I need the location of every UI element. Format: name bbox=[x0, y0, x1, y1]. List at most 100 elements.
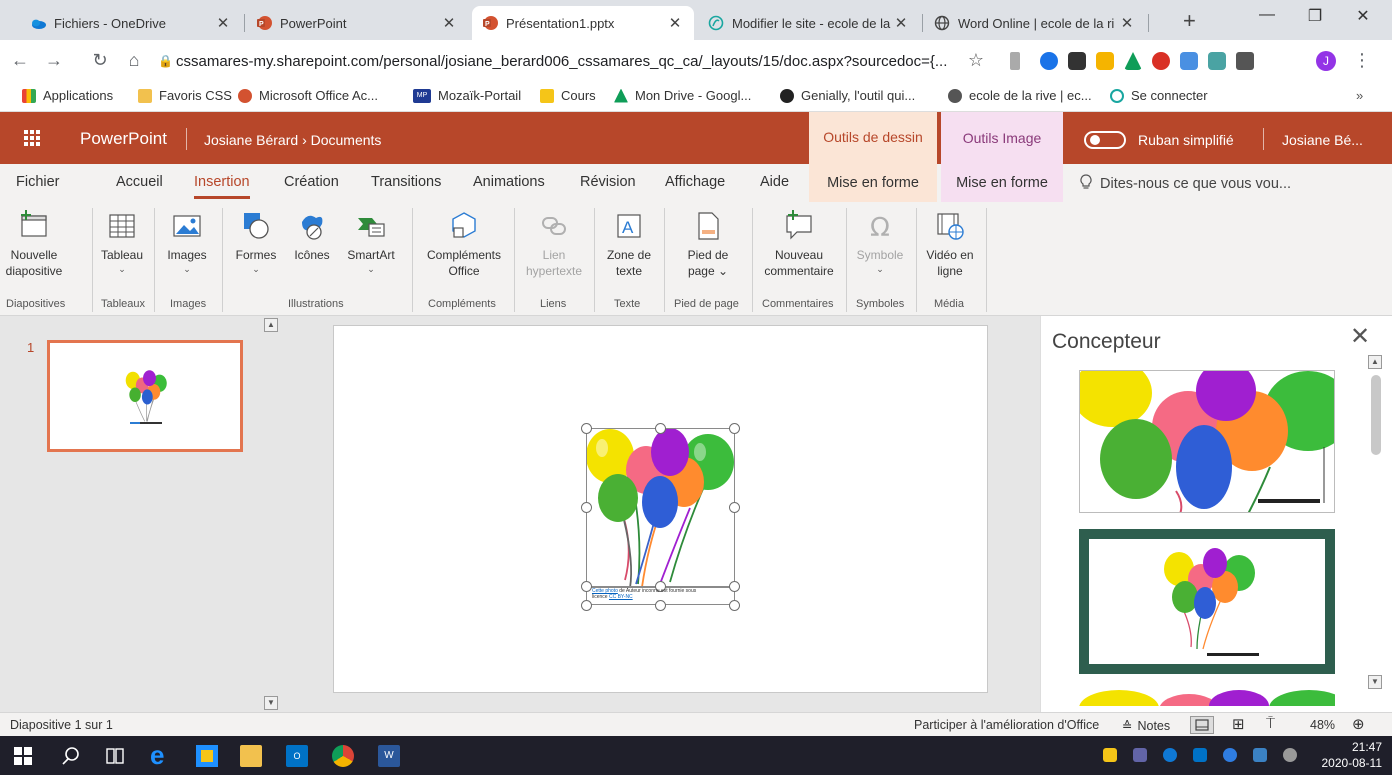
tab-insertion[interactable]: Insertion bbox=[194, 174, 250, 199]
close-tab-icon[interactable]: ✕ bbox=[214, 14, 232, 32]
simplified-ribbon-label[interactable]: Ruban simplifié bbox=[1138, 132, 1234, 148]
bookmark-genially[interactable]: Genially, l'outil qui... bbox=[780, 88, 915, 103]
new-tab-icon[interactable]: + bbox=[1183, 8, 1196, 34]
designer-scrollbar[interactable]: ▲ ▼ bbox=[1368, 355, 1384, 690]
adblock-icon[interactable] bbox=[1152, 52, 1170, 70]
resize-handle[interactable] bbox=[729, 423, 740, 434]
bookmark-apps[interactable]: Applications bbox=[22, 88, 113, 103]
tab-revision[interactable]: Révision bbox=[580, 174, 636, 190]
onedrive-icon[interactable] bbox=[1163, 748, 1177, 762]
user-account[interactable]: Josiane Bé... bbox=[1282, 132, 1363, 148]
images-button[interactable]: Images ⌄ bbox=[164, 210, 210, 275]
footer-button[interactable]: Pied de page ⌄ bbox=[676, 210, 740, 279]
breadcrumb-folder[interactable]: Documents bbox=[311, 132, 382, 148]
extension-icon[interactable] bbox=[1208, 52, 1226, 70]
simplified-ribbon-toggle[interactable] bbox=[1084, 131, 1126, 149]
slide-sorter-icon[interactable]: ⊞ bbox=[1232, 715, 1245, 733]
thumbnails-scrollbar[interactable]: ▲ ▼ bbox=[264, 316, 284, 712]
slide-thumbnail-1[interactable] bbox=[47, 340, 243, 452]
fit-slide-icon[interactable]: ⊕ bbox=[1352, 715, 1365, 733]
grid-extension-icon[interactable] bbox=[1068, 52, 1086, 70]
word-icon[interactable]: W bbox=[378, 745, 400, 767]
resize-handle[interactable] bbox=[729, 502, 740, 513]
tab-onedrive[interactable]: Fichiers - OneDrive ✕ bbox=[20, 6, 242, 40]
online-video-button[interactable]: Vidéo en ligne bbox=[922, 210, 978, 279]
zoom-level[interactable]: 48% bbox=[1310, 718, 1335, 732]
app-tray-icon[interactable] bbox=[1223, 748, 1237, 762]
app-name[interactable]: PowerPoint bbox=[80, 129, 167, 149]
office-addins-button[interactable]: Compléments Office bbox=[424, 210, 504, 279]
hyperlink-button[interactable]: Lien hypertexte bbox=[522, 210, 586, 279]
scroll-up-icon[interactable]: ▲ bbox=[264, 318, 278, 332]
scroll-thumb[interactable] bbox=[1371, 375, 1381, 455]
close-tab-icon[interactable]: ✕ bbox=[666, 14, 684, 32]
tab-powerpoint[interactable]: P PowerPoint ✕ bbox=[246, 6, 468, 40]
extension-icon[interactable] bbox=[1010, 52, 1020, 70]
windows-start-icon[interactable] bbox=[12, 745, 34, 767]
extension-icon[interactable] bbox=[1040, 52, 1058, 70]
resize-handle[interactable] bbox=[581, 581, 592, 592]
smartart-button[interactable]: SmartArt ⌄ bbox=[344, 210, 398, 275]
mail-icon[interactable] bbox=[1103, 748, 1117, 762]
design-idea-2[interactable] bbox=[1079, 529, 1335, 674]
new-comment-button[interactable]: Nouveau commentaire bbox=[758, 210, 840, 279]
back-icon[interactable]: ← bbox=[8, 50, 32, 71]
system-clock[interactable]: 21:47 2020-08-11 bbox=[1314, 739, 1383, 771]
resize-handle[interactable] bbox=[655, 600, 666, 611]
chrome-icon[interactable] bbox=[332, 745, 354, 767]
icons-button[interactable]: Icônes bbox=[290, 210, 334, 264]
tab-word-online[interactable]: Word Online | ecole de la ri ✕ bbox=[924, 6, 1146, 40]
restore-icon[interactable]: ❐ bbox=[1300, 6, 1330, 26]
home-icon[interactable]: ⌂ bbox=[122, 50, 146, 71]
tab-animations[interactable]: Animations bbox=[473, 174, 545, 190]
sticky-notes-icon[interactable] bbox=[196, 745, 218, 767]
notes-button[interactable]: ≙ Notes bbox=[1122, 718, 1170, 734]
scroll-up-icon[interactable]: ▲ bbox=[1368, 355, 1382, 369]
bookmark-mozaik[interactable]: MP Mozaïk-Portail bbox=[413, 88, 521, 103]
resize-handle[interactable] bbox=[581, 600, 592, 611]
new-slide-button[interactable]: Nouvelle diapositive bbox=[6, 210, 62, 279]
close-icon[interactable]: ✕ bbox=[1350, 322, 1370, 351]
bookmark-star-icon[interactable]: ☆ bbox=[964, 50, 988, 71]
textbox-button[interactable]: A Zone de texte bbox=[602, 210, 656, 279]
symbol-button[interactable]: Ω Symbole ⌄ bbox=[852, 210, 908, 275]
menu-kebab-icon[interactable]: ⋮ bbox=[1350, 50, 1374, 71]
bookmark-folder[interactable]: Favoris CSS bbox=[138, 88, 232, 103]
tab-mise-en-forme-dessin[interactable]: Mise en forme bbox=[809, 164, 937, 202]
resize-handle[interactable] bbox=[655, 423, 666, 434]
extension-icon[interactable] bbox=[1096, 52, 1114, 70]
tab-creation[interactable]: Création bbox=[284, 174, 339, 190]
reading-view-icon[interactable]: ⍑ bbox=[1266, 715, 1275, 732]
normal-view-button[interactable] bbox=[1190, 716, 1214, 734]
table-button[interactable]: Tableau ⌄ bbox=[101, 210, 143, 275]
shapes-button[interactable]: Formes ⌄ bbox=[232, 210, 280, 275]
tab-mise-en-forme-image[interactable]: Mise en forme bbox=[941, 164, 1063, 202]
bookmark-ecole[interactable]: ecole de la rive | ec... bbox=[948, 88, 1092, 103]
search-icon[interactable] bbox=[60, 745, 82, 767]
outlook-icon[interactable]: O bbox=[286, 745, 308, 767]
google-drive-icon[interactable] bbox=[1124, 52, 1142, 70]
resize-handle[interactable] bbox=[581, 423, 592, 434]
bookmark-connect[interactable]: Se connecter bbox=[1110, 88, 1208, 103]
tell-me-search[interactable]: Dites-nous ce que vous vou... bbox=[1080, 174, 1291, 193]
teams-icon[interactable] bbox=[1133, 748, 1147, 762]
close-tab-icon[interactable]: ✕ bbox=[1118, 14, 1136, 32]
tab-google-sites[interactable]: Modifier le site - ecole de la ri ✕ bbox=[698, 6, 920, 40]
image-attribution-caption[interactable]: Cette photo de Auteur inconnu est fourni… bbox=[592, 588, 722, 600]
breadcrumb-user[interactable]: Josiane Bérard bbox=[204, 132, 298, 148]
bookmark-drive[interactable]: Mon Drive - Googl... bbox=[614, 88, 751, 103]
scroll-down-icon[interactable]: ▼ bbox=[1368, 675, 1382, 689]
reload-icon[interactable]: ↻ bbox=[88, 50, 112, 71]
edge-icon[interactable]: e bbox=[150, 742, 172, 768]
profile-avatar[interactable]: J bbox=[1316, 51, 1336, 71]
resize-handle[interactable] bbox=[581, 502, 592, 513]
design-idea-1[interactable] bbox=[1079, 370, 1335, 513]
address-bar[interactable]: 🔒 cssamares-my.sharepoint.com/personal/j… bbox=[158, 46, 998, 76]
close-tab-icon[interactable]: ✕ bbox=[440, 14, 458, 32]
file-explorer-icon[interactable] bbox=[240, 745, 262, 767]
outlook-icon[interactable] bbox=[1193, 748, 1207, 762]
tab-accueil[interactable]: Accueil bbox=[116, 174, 163, 190]
bookmark-cours[interactable]: Cours bbox=[540, 88, 596, 103]
design-idea-3[interactable] bbox=[1079, 688, 1335, 706]
feedback-link[interactable]: Participer à l'amélioration d'Office bbox=[914, 718, 1099, 732]
